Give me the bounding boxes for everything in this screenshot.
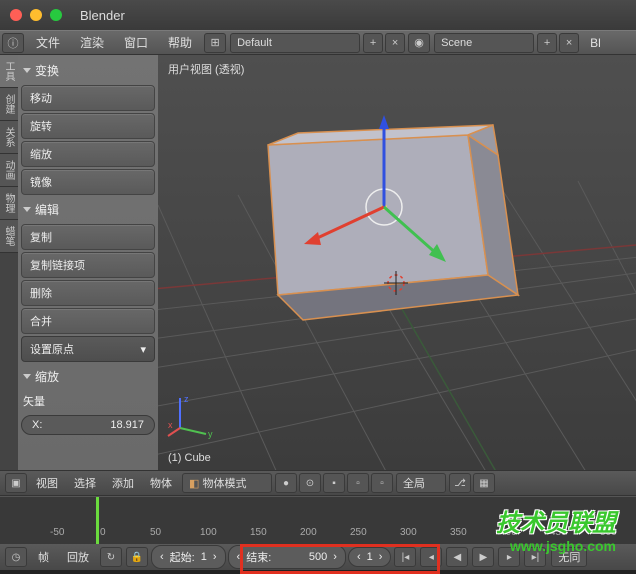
snap-icon[interactable]: ⎇ xyxy=(449,473,471,493)
duplicate-button[interactable]: 复制 xyxy=(21,224,155,250)
tab-grease[interactable]: 蜡笔 xyxy=(0,220,18,253)
tl-lock-icon[interactable]: 🔒 xyxy=(126,547,148,567)
set-origin-dropdown[interactable]: 设置原点▾ xyxy=(21,336,155,362)
duplicate-linked-button[interactable]: 复制链接项 xyxy=(21,252,155,278)
scene-del-button[interactable]: × xyxy=(559,33,579,53)
tool-panel: 变换 移动 旋转 缩放 镜像 编辑 复制 复制链接项 删除 合并 设置原点▾ 缩… xyxy=(18,55,158,470)
menu-right: Bl xyxy=(580,36,611,50)
triangle-icon xyxy=(23,207,31,212)
3d-viewport[interactable]: 用户视图 (透视) xyxy=(158,55,636,470)
editor-type-timeline-icon[interactable]: ◷ xyxy=(5,547,27,567)
timeline-tick: 0 xyxy=(100,527,106,538)
timeline-tick: 50 xyxy=(150,527,161,538)
tool-tabs: 工具 创建 关系 动画 物理 蜡笔 xyxy=(0,55,18,470)
editor-type-icon[interactable]: ⓘ xyxy=(2,33,24,53)
scene-icon[interactable]: ◉ xyxy=(408,33,430,53)
play-icon[interactable]: ▶ xyxy=(472,547,494,567)
layer-1[interactable]: ▪ xyxy=(323,473,345,493)
layer-2[interactable]: ▫ xyxy=(347,473,369,493)
vh-view[interactable]: 视图 xyxy=(28,475,66,491)
join-button[interactable]: 合并 xyxy=(21,308,155,334)
render-icon[interactable]: ▦ xyxy=(473,473,495,493)
playhead[interactable] xyxy=(96,497,99,544)
viewport-scene xyxy=(158,55,636,470)
scale-x-field[interactable]: X:18.917 xyxy=(21,415,155,435)
timeline-tick: 100 xyxy=(200,527,217,538)
tab-relations[interactable]: 关系 xyxy=(0,121,18,154)
delete-button[interactable]: 删除 xyxy=(21,280,155,306)
close-icon[interactable] xyxy=(10,9,22,21)
vh-select[interactable]: 选择 xyxy=(66,475,104,491)
scale-button[interactable]: 缩放 xyxy=(21,141,155,167)
highlight-annotation xyxy=(240,544,440,574)
tl-playback[interactable]: 回放 xyxy=(59,549,97,565)
shading-solid-icon[interactable]: ● xyxy=(275,473,297,493)
editor-type-3d-icon[interactable]: ▣ xyxy=(5,473,27,493)
play-rev-icon[interactable]: ◀ xyxy=(446,547,468,567)
triangle-icon xyxy=(23,68,31,73)
timeline-tick: 300 xyxy=(400,527,417,538)
layout-del-button[interactable]: × xyxy=(385,33,405,53)
minimize-icon[interactable] xyxy=(30,9,42,21)
layout-add-button[interactable]: + xyxy=(363,33,383,53)
maximize-icon[interactable] xyxy=(50,9,62,21)
timeline-tick: 150 xyxy=(250,527,267,538)
timeline-tick: -50 xyxy=(50,527,64,538)
tl-frame[interactable]: 帧 xyxy=(30,549,57,565)
watermark: 技术员联盟 www.jsgho.com xyxy=(496,503,616,554)
scene-add-button[interactable]: + xyxy=(537,33,557,53)
menu-window[interactable]: 窗口 xyxy=(114,34,158,51)
titlebar: Blender xyxy=(0,0,636,30)
panel-transform-header[interactable]: 变换 xyxy=(21,58,155,83)
panel-edit-header[interactable]: 编辑 xyxy=(21,197,155,222)
vh-object[interactable]: 物体 xyxy=(142,475,180,491)
mirror-button[interactable]: 镜像 xyxy=(21,169,155,195)
viewport-header: ▣ 视图 选择 添加 物体 ◧ 物体模式 ● ⊙ ▪ ▫ ▫ 全局 ⎇ ▦ xyxy=(0,470,636,496)
orientation-dropdown[interactable]: 全局 xyxy=(396,473,446,493)
svg-text:x: x xyxy=(168,420,173,430)
vector-label: 矢量 xyxy=(21,389,155,413)
viewport-label: 用户视图 (透视) xyxy=(168,61,244,77)
move-button[interactable]: 移动 xyxy=(21,85,155,111)
tl-sync-icon[interactable]: ↻ xyxy=(100,547,122,567)
menu-help[interactable]: 帮助 xyxy=(158,34,202,51)
screen-layout-icon[interactable]: ⊞ xyxy=(204,33,226,53)
mode-dropdown[interactable]: ◧ 物体模式 xyxy=(182,473,272,493)
scene-dropdown[interactable]: Scene xyxy=(434,33,534,53)
layout-dropdown[interactable]: Default xyxy=(230,33,360,53)
chevron-down-icon: ▾ xyxy=(140,343,146,356)
triangle-icon xyxy=(23,374,31,379)
start-frame-field[interactable]: ‹起始:1› xyxy=(151,545,226,569)
timeline-tick: 250 xyxy=(350,527,367,538)
rotate-button[interactable]: 旋转 xyxy=(21,113,155,139)
timeline-tick: 350 xyxy=(450,527,467,538)
menu-file[interactable]: 文件 xyxy=(26,34,70,51)
tab-create[interactable]: 创建 xyxy=(0,88,18,121)
tab-animation[interactable]: 动画 xyxy=(0,154,18,187)
info-header: ⓘ 文件 渲染 窗口 帮助 ⊞ Default + × ◉ Scene + × … xyxy=(0,30,636,55)
tab-tools[interactable]: 工具 xyxy=(0,55,18,88)
app-title: Blender xyxy=(80,8,125,23)
layer-3[interactable]: ▫ xyxy=(371,473,393,493)
pivot-icon[interactable]: ⊙ xyxy=(299,473,321,493)
tab-physics[interactable]: 物理 xyxy=(0,187,18,220)
vh-add[interactable]: 添加 xyxy=(104,475,142,491)
object-label: (1) Cube xyxy=(168,452,211,464)
axis-widget: z y x xyxy=(168,390,218,440)
panel-scale-header[interactable]: 缩放 xyxy=(21,364,155,389)
svg-text:z: z xyxy=(184,394,189,404)
menu-render[interactable]: 渲染 xyxy=(70,34,114,51)
svg-text:y: y xyxy=(208,429,213,439)
timeline-tick: 200 xyxy=(300,527,317,538)
